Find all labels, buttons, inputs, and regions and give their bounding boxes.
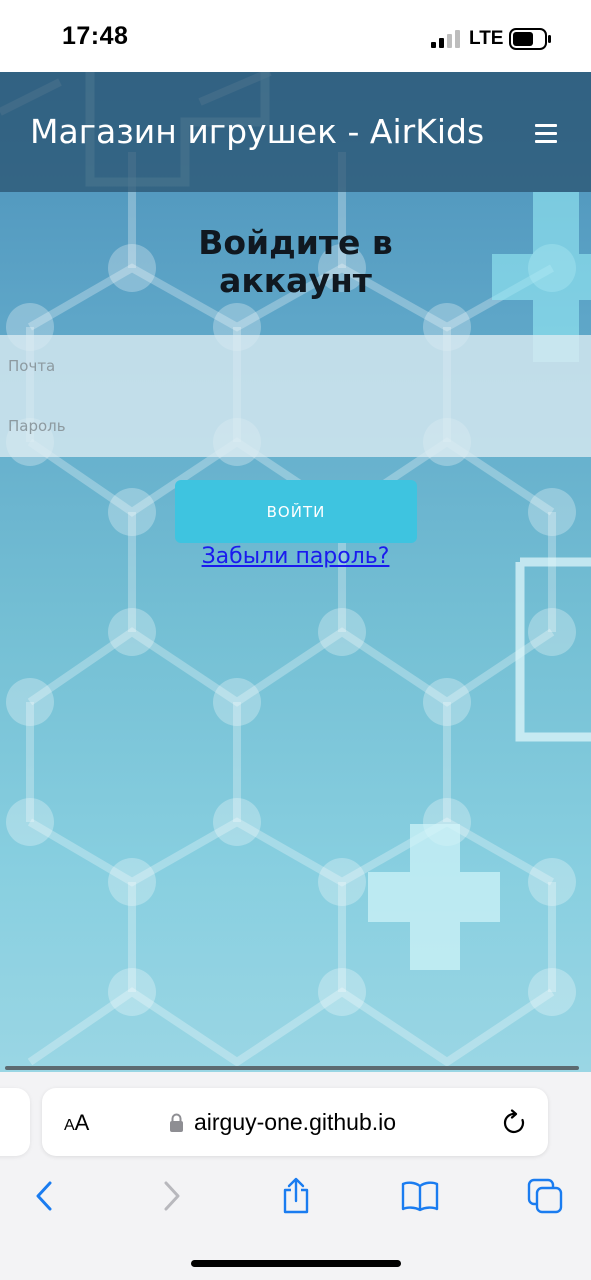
bookmarks-button[interactable]: [400, 1176, 440, 1216]
hamburger-menu-icon[interactable]: [535, 124, 557, 144]
forward-button[interactable]: [152, 1176, 192, 1216]
hexagon-background-pattern: [0, 72, 591, 1067]
url-text[interactable]: airguy-one.github.io: [194, 1109, 396, 1136]
login-form-panel: [0, 335, 591, 457]
email-field[interactable]: [0, 337, 591, 395]
tabs-icon: [527, 1178, 563, 1214]
battery-icon: [509, 28, 551, 50]
lock-icon: [170, 1113, 183, 1132]
back-chevron-icon: [36, 1181, 52, 1211]
forgot-password-link: Забыли пароль?: [0, 544, 591, 569]
share-icon: [283, 1177, 309, 1214]
back-button[interactable]: [24, 1176, 64, 1216]
bookmarks-icon: [401, 1181, 439, 1212]
previous-tab-preview[interactable]: [0, 1088, 30, 1156]
forgot-password-text[interactable]: Забыли пароль?: [202, 544, 390, 569]
heading-line-2: аккаунт: [219, 261, 372, 300]
reload-icon[interactable]: [502, 1109, 528, 1137]
scroll-indicator: [5, 1066, 579, 1070]
share-button[interactable]: [276, 1176, 316, 1216]
login-button[interactable]: ВОЙТИ: [175, 480, 417, 543]
text-size-button[interactable]: AA: [64, 1110, 89, 1136]
login-heading: Войдите в аккаунт: [0, 224, 591, 300]
signal-bars-icon: [431, 30, 460, 48]
web-page: Магазин игрушек - AirKids Войдите в акка…: [0, 72, 591, 1072]
text-size-small-letter: A: [64, 1117, 75, 1134]
status-time: 17:48: [62, 22, 129, 50]
password-field[interactable]: [0, 397, 591, 455]
home-indicator[interactable]: [191, 1260, 401, 1267]
network-type-label: LTE: [469, 28, 504, 49]
tabs-button[interactable]: [525, 1176, 565, 1216]
text-size-large-letter: A: [74, 1110, 90, 1135]
heading-line-1: Войдите в: [198, 223, 393, 262]
site-title[interactable]: Магазин игрушек - AirKids: [30, 112, 484, 151]
forward-chevron-icon: [164, 1181, 180, 1211]
